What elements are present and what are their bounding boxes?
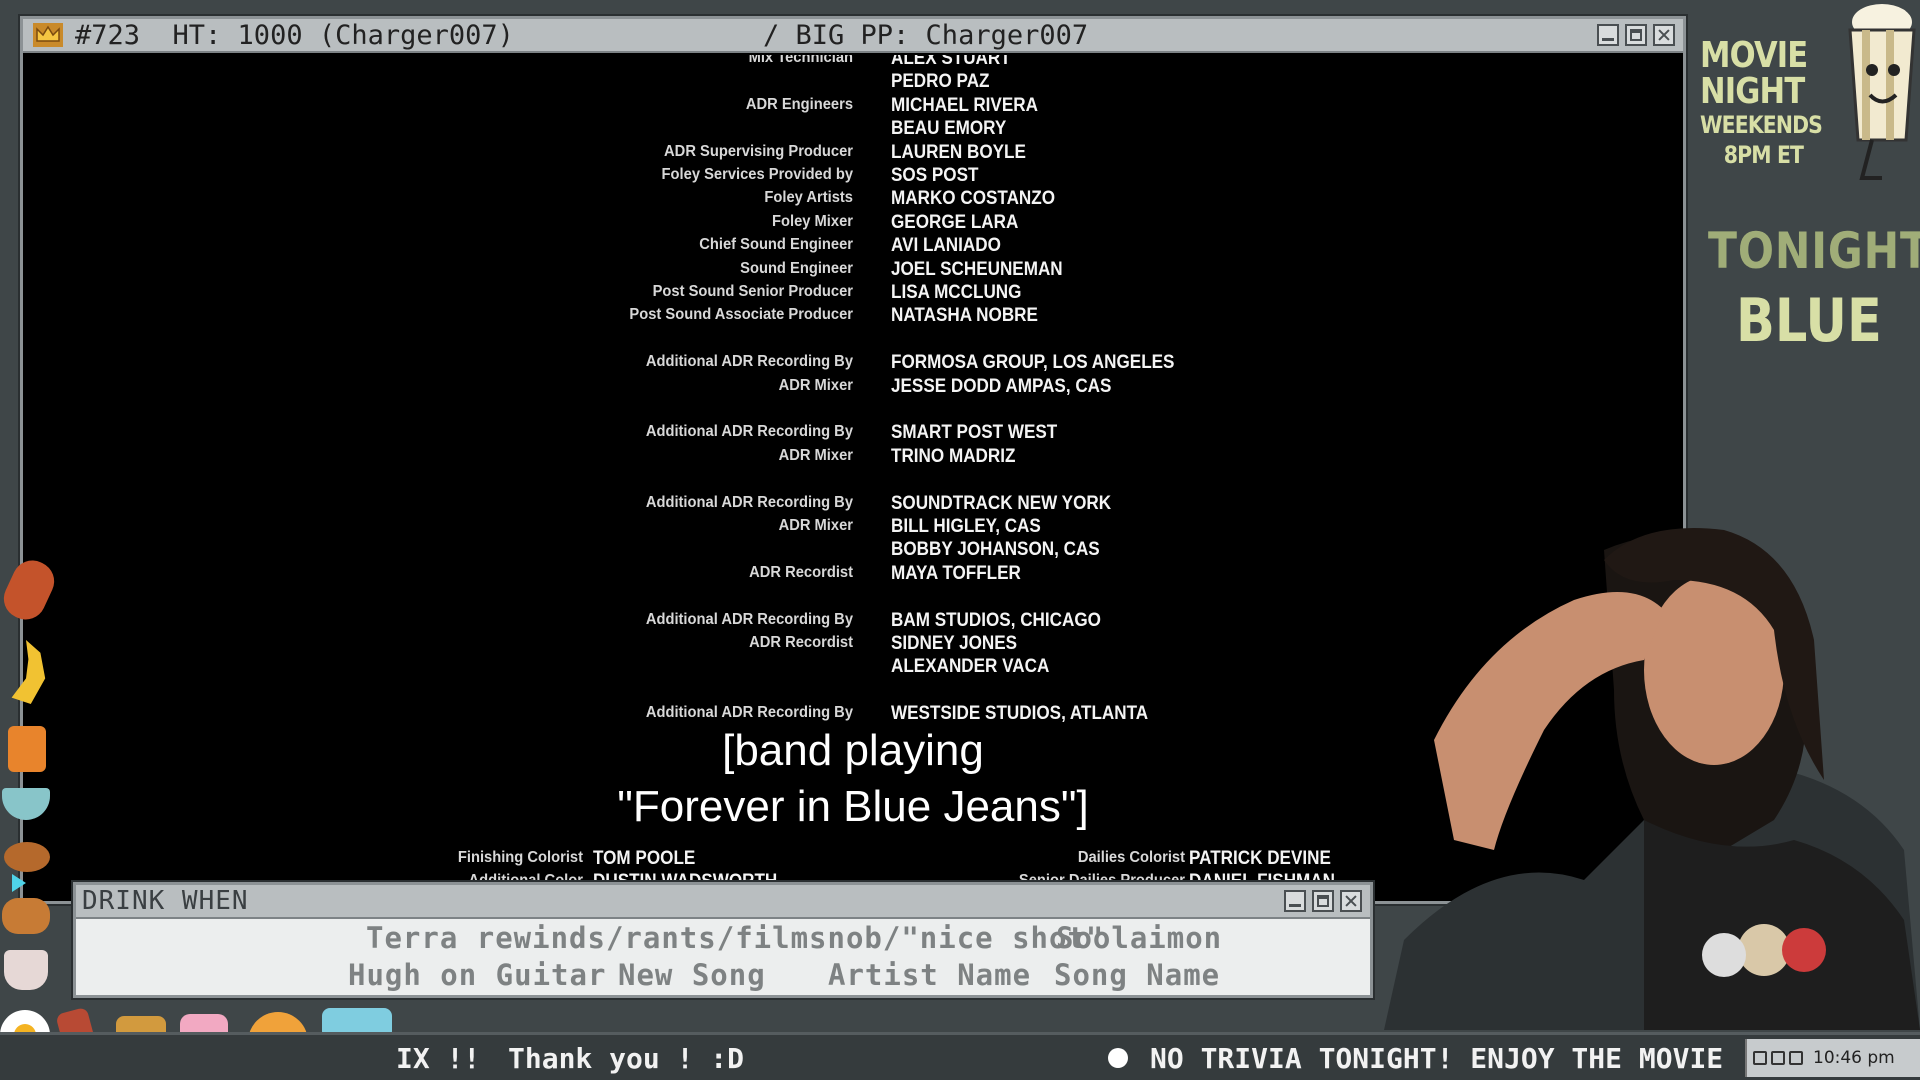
ticker-dot-icon [1108, 1048, 1128, 1068]
maximize-icon[interactable] [1625, 24, 1647, 46]
emote-pancake-icon [2, 898, 50, 934]
system-tray: 10:46 pm [1745, 1039, 1920, 1077]
drink-rule: Hugh on Guitar [348, 958, 607, 992]
credit-role: ADR Recordist [749, 563, 853, 581]
credit-role: Additional ADR Recording By [645, 610, 853, 628]
credit-role: Mix Technician [748, 55, 853, 66]
credit-role: ADR Mixer [778, 376, 853, 394]
movie-night-word-night: NIGHT [1700, 71, 1805, 112]
movie-night-logo: MOVIE NIGHT WEEKENDS 8PM ET [1700, 35, 1823, 170]
credit-name: BOBBY JOHANSON, CAS [891, 539, 1100, 561]
credit-role: Foley Mixer [772, 212, 853, 230]
credit-role: Foley Services Provided by [661, 166, 853, 183]
credit-role: ADR Mixer [778, 517, 853, 534]
emote-play-icon [12, 874, 26, 892]
credit-role: Additional ADR Recording By [645, 423, 853, 441]
clock[interactable]: 10:46 pm [1813, 1048, 1895, 1068]
credit-name: ALEXANDER VACA [891, 656, 1050, 678]
minimize-icon[interactable] [1284, 890, 1306, 912]
credit-role: Additional ADR Recording By [645, 704, 853, 722]
drink-when-window: DRINK WHEN Terra rewinds/rants/filmsnob/… [73, 882, 1373, 998]
credit-name: AVI LANIADO [891, 235, 1001, 257]
credit-name: BILL HIGLEY, CAS [891, 516, 1041, 537]
credit-name: WESTSIDE STUDIOS, ATLANTA [891, 703, 1149, 725]
credit-role: ADR Mixer [778, 446, 853, 464]
drink-when-list: Terra rewinds/rants/filmsnob/"nice shot"… [76, 919, 1370, 997]
credit-name: PEDRO PAZ [891, 71, 990, 93]
drink-when-title: DRINK WHEN [82, 886, 249, 916]
ticker-announcement: NO TRIVIA TONIGHT! ENJOY THE MOVIE [1150, 1042, 1724, 1075]
credit-role: ADR Recordist [749, 634, 853, 651]
drink-when-titlebar[interactable]: DRINK WHEN [76, 885, 1370, 919]
display-icon[interactable] [1789, 1051, 1803, 1065]
credit-name: TRINO MADRIZ [891, 445, 1016, 467]
credit-role: Foley Artists [764, 189, 853, 207]
minimize-icon[interactable] [1597, 24, 1619, 46]
volume-icon[interactable] [1771, 1051, 1785, 1065]
credit-name: LISA MCCLUNG [891, 282, 1022, 303]
credit-name: GEORGE LARA [891, 211, 1019, 233]
emote-juice-icon [8, 726, 46, 772]
close-icon[interactable] [1653, 24, 1675, 46]
credit-name: NATASHA NOBRE [891, 305, 1038, 327]
network-icon[interactable] [1753, 1051, 1767, 1065]
ticker-thanks: Thank you ! :D [508, 1042, 745, 1075]
drink-rule: Soolaimon [1056, 921, 1223, 955]
drink-rule: Artist Name [828, 958, 1032, 992]
credit-name: FORMOSA GROUP, LOS ANGELES [891, 352, 1175, 374]
credit-name: MAYA TOFFLER [891, 562, 1021, 584]
streamer-webcam [1384, 528, 1920, 1030]
stream-stats-center: / BIG PP: Charger007 [763, 19, 1089, 51]
credit-role: Additional ADR Recording By [645, 493, 853, 511]
tonight-heading: TONIGHT: [1708, 222, 1920, 280]
credit-role: Dailies Colorist [1077, 849, 1185, 866]
movie-window-titlebar[interactable]: #723 HT: 1000 (Charger007) / BIG PP: Cha… [23, 19, 1683, 53]
movie-night-time: 8PM ET [1723, 141, 1804, 169]
popcorn-mascot-icon [1848, 4, 1916, 180]
credit-name: SIDNEY JONES [891, 633, 1018, 654]
credit-role: Post Sound Associate Producer [629, 306, 853, 324]
credit-role: ADR Supervising Producer [664, 142, 853, 160]
tonight-movie-title: BLUE [1736, 286, 1882, 356]
credit-role: Post Sound Senior Producer [652, 283, 853, 300]
credit-name: MARKO COSTANZO [891, 188, 1056, 210]
credit-name: JESSE DODD AMPAS, CAS [891, 375, 1112, 397]
movie-night-word-movie: MOVIE [1700, 35, 1808, 76]
credit-name: TOM POOLE [593, 848, 696, 869]
credit-role: Chief Sound Engineer [699, 236, 853, 254]
credit-name: SOUNDTRACK NEW YORK [891, 492, 1112, 514]
credit-name: LAUREN BOYLE [891, 141, 1026, 163]
stream-stats-left: #723 HT: 1000 (Charger007) [75, 19, 514, 51]
credit-name: BAM STUDIOS, CHICAGO [891, 609, 1101, 631]
movie-night-weekends: WEEKENDS [1700, 111, 1823, 139]
ticker-fragment: IX !! [396, 1042, 481, 1075]
credit-name: JOEL SCHEUNEMAN [891, 258, 1063, 280]
credit-role: ADR Engineers [745, 95, 853, 113]
credit-name: PATRICK DEVINE [1189, 848, 1331, 869]
credit-name: SMART POST WEST [891, 422, 1058, 444]
credit-role: Finishing Colorist [457, 849, 583, 866]
credit-name: ALEX STUART [891, 55, 1011, 69]
drink-rule: New Song [618, 958, 766, 992]
credit-name: BEAU EMORY [891, 118, 1007, 140]
drink-rule: Terra rewinds/rants/filmsnob/"nice shot" [366, 921, 1105, 955]
maximize-icon[interactable] [1312, 890, 1334, 912]
emote-pretzel-icon [4, 842, 50, 872]
credit-name: MICHAEL RIVERA [891, 94, 1038, 116]
emote-cup-icon [4, 950, 48, 990]
crown-icon [33, 23, 63, 47]
credit-role: Additional ADR Recording By [645, 353, 853, 371]
credit-name: SOS POST [891, 165, 979, 186]
credit-role: Sound Engineer [740, 259, 853, 277]
bottom-ticker: IX !! Thank you ! :D NO TRIVIA TONIGHT! … [0, 1032, 1920, 1080]
drink-rule: Song Name [1054, 958, 1221, 992]
